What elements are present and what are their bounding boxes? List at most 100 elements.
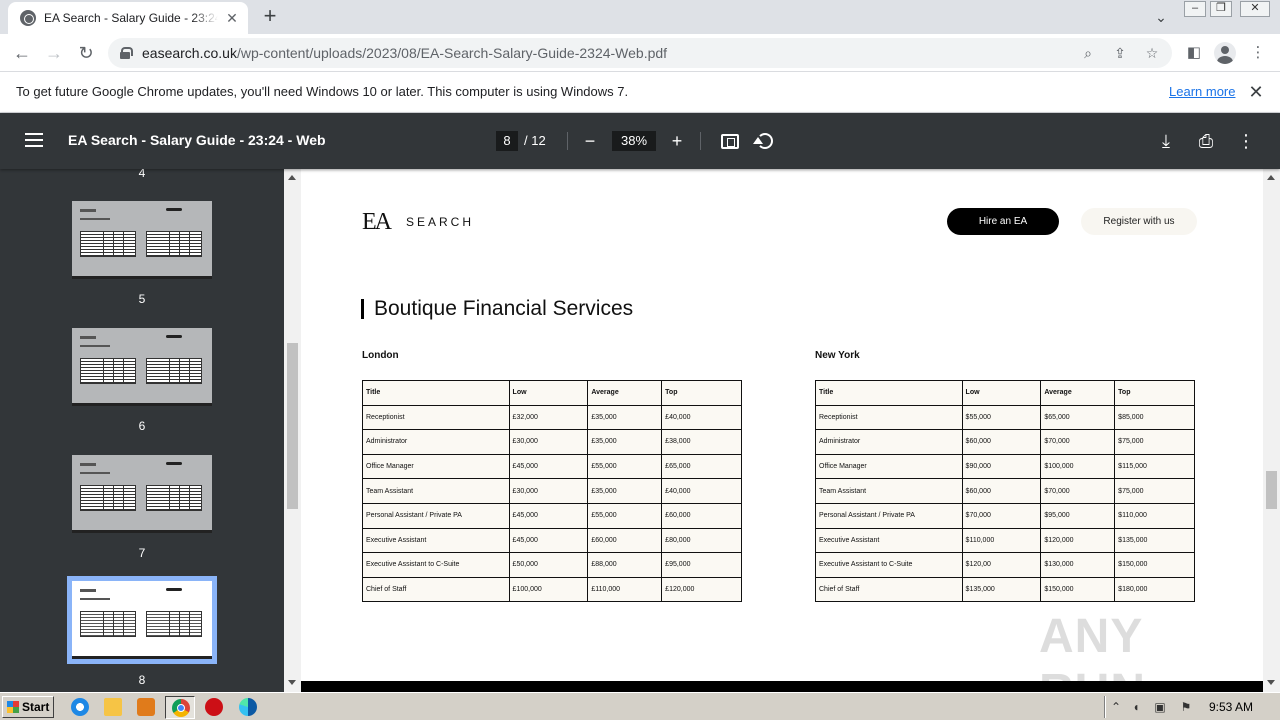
chrome-taskbar-button[interactable] [165, 696, 195, 719]
tab-close-icon[interactable]: ✕ [224, 10, 240, 26]
table-cell: £60,000 [587, 527, 663, 554]
zoom-icon[interactable]: ⌕ [1078, 43, 1098, 63]
address-bar[interactable]: easearch.co.uk/wp-content/uploads/2023/0… [108, 38, 1172, 68]
table-cell: £35,000 [587, 429, 663, 455]
fit-page-icon[interactable] [721, 134, 739, 149]
back-arrow-icon[interactable]: ← [10, 41, 34, 65]
sidebar-scrollbar[interactable] [284, 169, 301, 692]
thumb-title [80, 472, 110, 474]
thumb-table [80, 231, 136, 257]
table-row: Chief of Staff £100,000 £110,000 £120,000 [362, 576, 742, 603]
column-header: Top [661, 380, 742, 406]
table-row: Executive Assistant £45,000 £60,000 £80,000 [362, 527, 742, 554]
rotate-icon[interactable] [753, 133, 773, 149]
network-icon[interactable]: ▣ [1152, 699, 1168, 715]
table-row: Team Assistant £30,000 £35,000 £40,000 [362, 478, 742, 504]
zoom-in-icon[interactable]: + [667, 131, 687, 151]
register-button[interactable]: Register with us [1081, 208, 1197, 235]
zoom-out-icon[interactable]: − [580, 131, 600, 151]
hire-an-ea-button[interactable]: Hire an EA [947, 208, 1059, 235]
thumb-title [80, 598, 110, 600]
table-cell: £30,000 [508, 478, 589, 504]
tab-strip: EA Search - Salary Guide - 23:24 - Web ✕… [0, 0, 1280, 34]
browser-toolbar: ← → ↻ easearch.co.uk/wp-content/uploads/… [0, 34, 1280, 72]
infobar-close-icon[interactable]: ✕ [1246, 82, 1266, 102]
table-cell: $75,000 [1114, 478, 1195, 504]
table-cell: $150,000 [1040, 576, 1116, 603]
lock-icon[interactable] [120, 47, 133, 59]
thumbnail-label: 5 [138, 292, 146, 306]
reload-icon[interactable]: ↻ [74, 41, 98, 65]
start-label: Start [22, 700, 50, 714]
column-header: Average [1040, 380, 1116, 406]
new-tab-button[interactable]: + [258, 4, 282, 28]
tray-expand-icon[interactable]: ⌃ [1108, 699, 1124, 715]
scroll-up-arrow-icon[interactable] [288, 175, 296, 180]
table-cell: Receptionist [362, 404, 510, 431]
profile-avatar[interactable] [1214, 42, 1236, 64]
maximize-button[interactable]: ❐ [1210, 1, 1232, 17]
document-scroll-thumb[interactable] [1266, 471, 1277, 509]
ie-icon[interactable] [71, 698, 89, 716]
tab-search-icon[interactable]: ⌄ [1150, 6, 1172, 28]
zoom-level-input[interactable]: 38% [612, 131, 656, 151]
page-thumbnail-6[interactable] [72, 328, 212, 406]
table-cell: £45,000 [508, 502, 589, 529]
table-cell: Administrator [362, 429, 510, 455]
action-center-flag-icon[interactable]: ⚑ [1178, 699, 1194, 715]
london-label: London [362, 350, 399, 361]
learn-more-link[interactable]: Learn more [1169, 84, 1235, 99]
start-button[interactable]: Start [2, 696, 54, 718]
media-player-icon[interactable] [137, 698, 155, 716]
edge-icon[interactable] [239, 698, 257, 716]
column-header: Title [362, 380, 510, 406]
table-cell: Administrator [815, 429, 963, 455]
table-row: Chief of Staff $135,000 $150,000 $180,000 [815, 576, 1195, 603]
windows-taskbar: Start ⌃ ◖ ▣ ⚑ 9:53 AM [0, 692, 1280, 720]
thumbnail-label: 4 [138, 169, 146, 180]
scroll-down-arrow-icon[interactable] [288, 680, 296, 685]
download-icon[interactable]: ⤓ [1156, 131, 1176, 151]
page-thumbnail-7[interactable] [72, 455, 212, 533]
page-thumbnail-5[interactable] [72, 201, 212, 279]
more-options-icon[interactable]: ⋮ [1236, 131, 1256, 151]
table-row: Administrator £30,000 £35,000 £38,000 [362, 429, 742, 455]
table-cell: $110,000 [961, 527, 1042, 554]
column-header: Low [508, 380, 589, 406]
page-thumbnail-8[interactable] [67, 576, 217, 664]
opera-icon[interactable] [205, 698, 223, 716]
document-scrollbar[interactable] [1263, 169, 1280, 692]
section-accent-bar [361, 299, 364, 319]
tab-title: EA Search - Salary Guide - 23:24 - Web [44, 11, 218, 25]
thumb-table [146, 485, 202, 511]
table-cell: $70,000 [1040, 478, 1116, 504]
chrome-icon-center [177, 704, 185, 712]
tray-divider [1104, 696, 1105, 718]
thumb-table [80, 485, 136, 511]
scroll-down-arrow-icon[interactable] [1267, 680, 1275, 685]
volume-icon[interactable]: ◖ [1128, 699, 1144, 715]
explorer-folder-icon[interactable] [104, 698, 122, 716]
browser-tab[interactable]: EA Search - Salary Guide - 23:24 - Web ✕ [8, 2, 248, 34]
column-header: Low [961, 380, 1042, 406]
table-cell: $180,000 [1114, 576, 1195, 603]
thumb-logo [80, 209, 96, 212]
share-icon[interactable]: ⇪ [1110, 43, 1130, 63]
taskbar-clock[interactable]: 9:53 AM [1209, 700, 1253, 714]
scroll-up-arrow-icon[interactable] [1267, 175, 1275, 180]
side-panel-icon[interactable]: ◧ [1184, 43, 1204, 63]
print-icon[interactable]: ⎙ [1196, 131, 1216, 151]
table-cell: $60,000 [961, 478, 1042, 504]
table-row: Administrator $60,000 $70,000 $75,000 [815, 429, 1195, 455]
hamburger-menu-icon[interactable] [25, 133, 43, 147]
forward-arrow-icon[interactable]: → [42, 41, 66, 65]
table-cell: $60,000 [961, 429, 1042, 455]
sidebar-scroll-thumb[interactable] [287, 343, 298, 509]
window-close-button[interactable]: ✕ [1240, 1, 1270, 17]
minimize-button[interactable]: – [1184, 1, 1206, 17]
windows-flag-icon [7, 701, 19, 713]
table-header-row: Title Low Average Top [815, 380, 1195, 406]
page-number-input[interactable]: 8 [496, 131, 518, 151]
bookmark-star-icon[interactable]: ☆ [1142, 43, 1162, 63]
kebab-menu-icon[interactable]: ⋮ [1248, 43, 1268, 63]
